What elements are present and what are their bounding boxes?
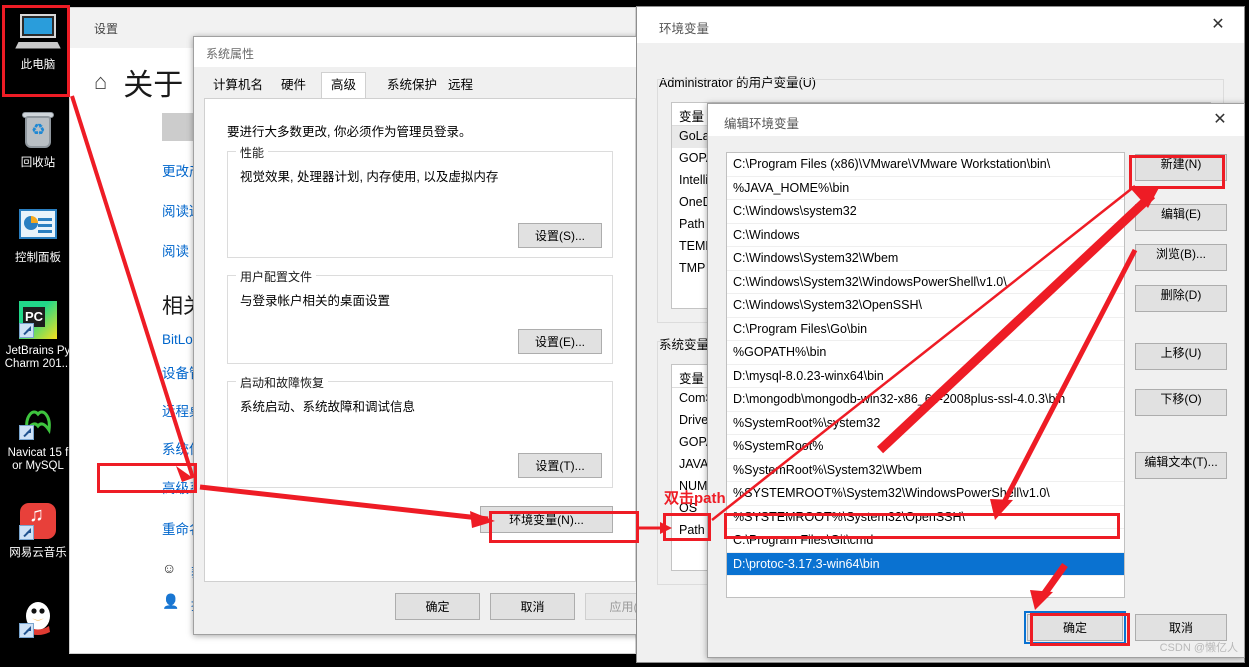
user-profiles-settings-button[interactable]: 设置(E)... (518, 329, 602, 354)
sysprop-cancel-button[interactable]: 取消 (490, 593, 575, 620)
tab-advanced[interactable]: 高级 (321, 72, 367, 99)
list-item[interactable]: %SYSTEMROOT%\System32\WindowsPowerShell\… (727, 482, 1124, 506)
desktop-icon-label: JetBrains Py Charm 201... (4, 345, 72, 370)
sysprop-ok-button[interactable]: 确定 (395, 593, 480, 620)
list-item[interactable]: C:\Program Files\Go\bin (727, 318, 1124, 341)
startup-recovery-settings-button[interactable]: 设置(T)... (518, 453, 602, 478)
desktop-icon-label: 此电脑 (20, 59, 56, 71)
settings-header: ⌂ 关于 (94, 60, 183, 104)
desktop-icon-pycharm[interactable]: PC JetBrains Py Charm 201... (2, 298, 74, 371)
desktop-icon-navicat[interactable]: Navicat 15 f or MySQL (2, 400, 74, 473)
editdlg-titlebar: 编辑环境变量 ✕ (708, 104, 1244, 136)
qq-icon (15, 600, 61, 644)
feedback-icon: 👤 (162, 593, 180, 609)
user-var-name: Path (679, 217, 705, 231)
watermark: CSDN @懒亿人 (1159, 642, 1238, 654)
list-item[interactable]: %SystemRoot%\System32\Wbem (727, 459, 1124, 482)
list-item[interactable]: %JAVA_HOME%\bin (727, 177, 1124, 200)
startup-recovery-description: 系统启动、系统故障和调试信息 (240, 400, 416, 414)
control-panel-icon (15, 205, 61, 249)
list-item[interactable]: C:\Windows\System32\OpenSSH\ (727, 294, 1124, 318)
tab-hardware[interactable]: 硬件 (272, 73, 315, 99)
move-up-button[interactable]: 上移(U) (1135, 343, 1227, 370)
desktop-icon-label: 回收站 (20, 157, 56, 169)
tab-computer-name[interactable]: 计算机名 (204, 73, 272, 99)
performance-settings-button[interactable]: 设置(S)... (518, 223, 602, 248)
list-item[interactable]: %GOPATH%\bin (727, 341, 1124, 365)
home-icon[interactable]: ⌂ (94, 69, 107, 95)
netease-music-icon: ♫ (15, 500, 61, 544)
list-item[interactable]: C:\Program Files\Git\cmd (727, 529, 1124, 553)
performance-description: 视觉效果, 处理器计划, 内存使用, 以及虚拟内存 (240, 170, 499, 184)
system-var-name-path[interactable]: Path (679, 523, 705, 537)
advanced-tab-panel: 要进行大多数更改, 你必须作为管理员登录。 性能 视觉效果, 处理器计划, 内存… (204, 98, 636, 582)
system-properties-dialog: 系统属性 计算机名 硬件 高级 系统保护 远程 要进行大多数更改, 你必须作为管… (193, 36, 670, 635)
list-item-selected[interactable]: D:\protoc-3.17.3-win64\bin (727, 552, 1124, 576)
editdlg-title: 编辑环境变量 (724, 117, 800, 131)
edit-path-button[interactable]: 编辑(E) (1135, 204, 1227, 231)
list-item[interactable]: D:\mongodb\mongodb-win32-x86_64-2008plus… (727, 388, 1124, 412)
page-title: 关于 (123, 69, 184, 102)
desktop-icon-label: 网易云音乐 (9, 547, 67, 559)
close-icon[interactable]: ✕ (1200, 13, 1236, 37)
environment-variables-button[interactable]: 环境变量(N)... (480, 506, 613, 533)
envwin-title: 环境变量 (659, 22, 710, 36)
startup-recovery-group: 启动和故障恢复 系统启动、系统故障和调试信息 设置(T)... (227, 374, 613, 488)
edit-environment-variable-dialog: 编辑环境变量 ✕ C:\Program Files (x86)\VMware\V… (707, 103, 1245, 658)
list-item[interactable]: C:\Windows\System32\WindowsPowerShell\v1… (727, 271, 1124, 294)
desktop-icon-qq[interactable] (2, 600, 74, 647)
list-item[interactable]: D:\mysql-8.0.23-winx64\bin (727, 365, 1124, 388)
performance-group: 性能 视觉效果, 处理器计划, 内存使用, 以及虚拟内存 设置(S)... (227, 144, 613, 258)
new-path-button[interactable]: 新建(N) (1135, 154, 1227, 181)
edit-text-button[interactable]: 编辑文本(T)... (1135, 452, 1227, 479)
tab-remote[interactable]: 远程 (439, 73, 482, 99)
list-item[interactable]: C:\Program Files (x86)\VMware\VMware Wor… (727, 153, 1124, 177)
list-item[interactable]: %SystemRoot%\system32 (727, 412, 1124, 435)
editdlg-cancel-button[interactable]: 取消 (1135, 614, 1227, 641)
this-pc-icon (15, 12, 61, 56)
user-var-name: TMP (679, 261, 706, 275)
user-profiles-description: 与登录帐户相关的桌面设置 (240, 294, 391, 308)
desktop-icon-netease-music[interactable]: ♫ 网易云音乐 (2, 500, 74, 560)
user-col-variable: 变量 (679, 110, 705, 124)
navicat-icon (15, 400, 61, 444)
system-properties-title: 系统属性 (206, 47, 255, 61)
help-icon: ☺ (162, 560, 177, 576)
startup-recovery-legend: 启动和故障恢复 (236, 374, 329, 391)
recycle-bin-icon: ♻ (15, 110, 61, 154)
desktop-icon-label: Navicat 15 f or MySQL (7, 447, 69, 472)
list-item[interactable]: %SYSTEMROOT%\System32\OpenSSH\ (727, 506, 1124, 529)
list-item[interactable]: C:\Windows (727, 224, 1124, 247)
list-item[interactable]: C:\Windows\system32 (727, 200, 1124, 224)
user-profiles-legend: 用户配置文件 (236, 268, 317, 285)
delete-path-button[interactable]: 删除(D) (1135, 285, 1227, 312)
desktop-icon-label: 控制面板 (15, 252, 61, 264)
user-profiles-group: 用户配置文件 与登录帐户相关的桌面设置 设置(E)... (227, 268, 613, 364)
annotation-double-click-path: 双击path (664, 490, 726, 507)
list-item[interactable]: %SystemRoot% (727, 435, 1124, 459)
move-down-button[interactable]: 下移(O) (1135, 389, 1227, 416)
desktop-icon-recycle-bin[interactable]: ♻ 回收站 (2, 110, 74, 170)
close-icon[interactable]: ✕ (1200, 106, 1240, 134)
system-properties-tabstrip: 计算机名 硬件 高级 系统保护 远程 (204, 72, 636, 100)
path-entries-list[interactable]: C:\Program Files (x86)\VMware\VMware Wor… (726, 152, 1125, 598)
desktop-icon-this-pc[interactable]: 此电脑 (2, 12, 74, 72)
system-col-variable: 变量 (679, 372, 705, 386)
system-properties-titlebar: 系统属性 (194, 37, 646, 67)
admin-note: 要进行大多数更改, 你必须作为管理员登录。 (227, 125, 472, 139)
browse-path-button[interactable]: 浏览(B)... (1135, 244, 1227, 271)
envwin-titlebar: 环境变量 ✕ (637, 7, 1244, 43)
performance-legend: 性能 (236, 144, 269, 161)
list-item[interactable]: C:\Windows\System32\Wbem (727, 247, 1124, 271)
tab-system-protection[interactable]: 系统保护 (378, 73, 446, 99)
editdlg-ok-button[interactable]: 确定 (1024, 611, 1126, 644)
settings-window-title: 设置 (94, 22, 119, 36)
desktop-icon-control-panel[interactable]: 控制面板 (2, 205, 74, 265)
pycharm-icon: PC (15, 298, 61, 342)
